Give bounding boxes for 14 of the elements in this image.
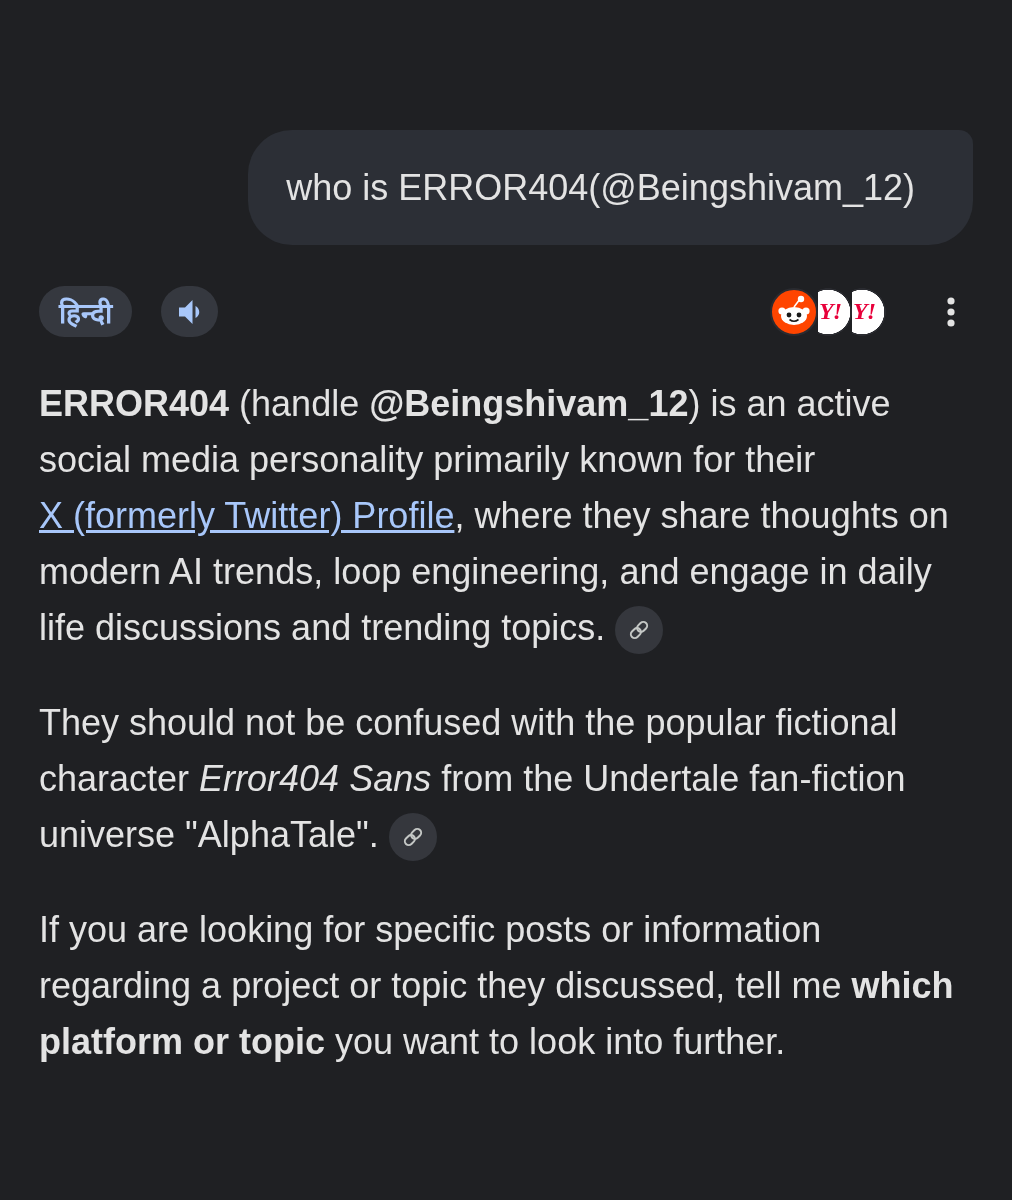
read-aloud-button[interactable] [161, 286, 218, 337]
source-icon[interactable] [770, 287, 818, 336]
profile-link[interactable]: X (formerly Twitter) Profile [39, 495, 455, 536]
source-logo[interactable]: Y! [818, 287, 852, 336]
user-message: who is ERROR404(@Beingshivam_12) [248, 130, 973, 245]
speaker-icon [179, 299, 200, 324]
response-paragraph: If you are looking for specific posts or information regarding a project or topic they discussed, tell me which platform or topic you want to look into further. [39, 908, 955, 1064]
more-icon[interactable] [947, 296, 955, 327]
response-paragraph: They should not be confused with the popular fictional character Error404 Sans from the Undertale fan-fiction universe "AlphaTale". [39, 695, 973, 863]
link-icon [628, 619, 651, 642]
language-button[interactable]: हिन्दी [39, 286, 132, 337]
response-paragraph: ERROR404 (handle @Beingshivam_12) is an active social media personality primarily known for their X (formerly Twitter) Profile, where they share thoughts on modern AI trends, loop engineering, and engage in daily life discussions and trending topics. [39, 376, 973, 656]
link-icon [401, 826, 424, 849]
source-logo[interactable]: Y! [852, 287, 886, 336]
